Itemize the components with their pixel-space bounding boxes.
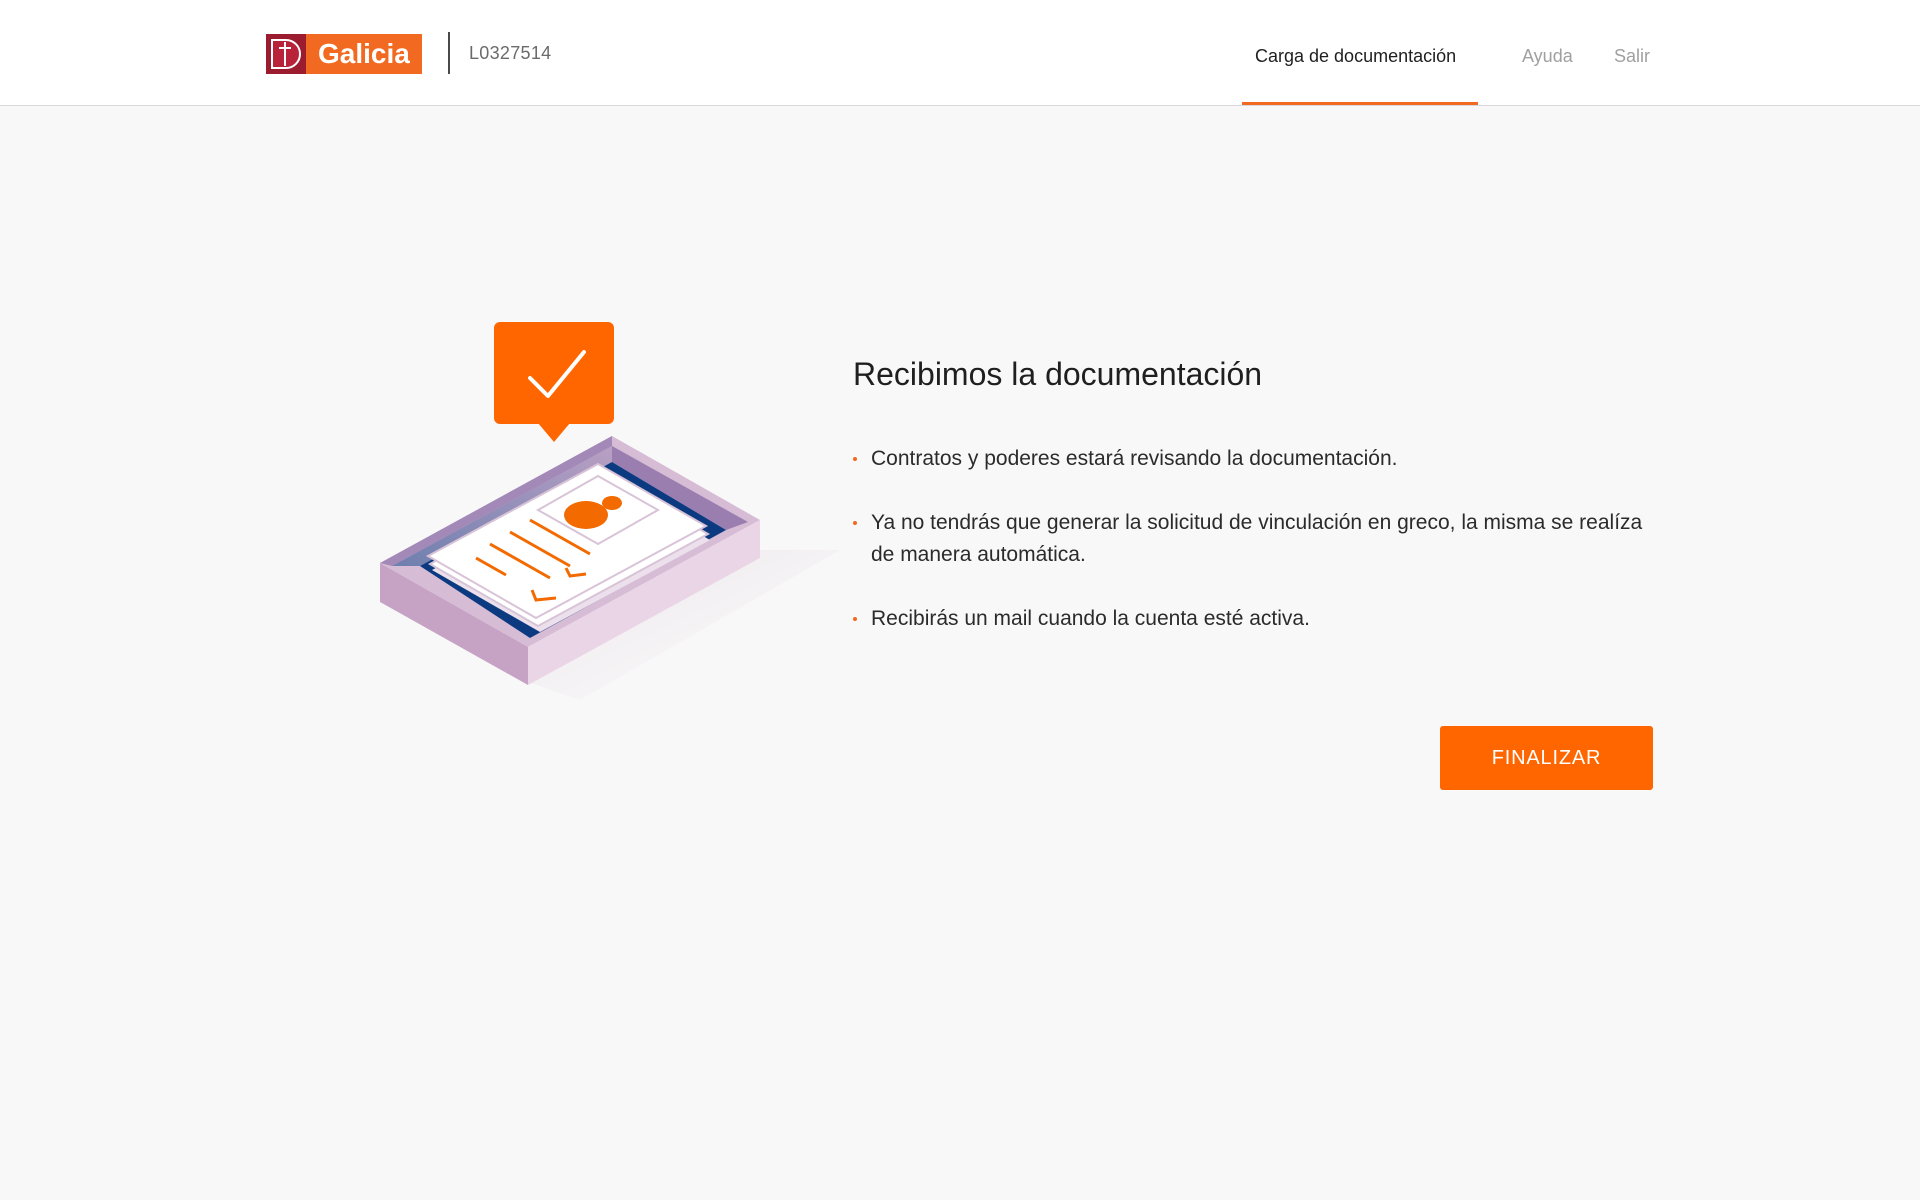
bullet-dot-icon: [853, 521, 857, 525]
galicia-seal-icon: [266, 34, 306, 74]
list-item: Ya no tendrás que generar la solicitud d…: [853, 507, 1653, 571]
list-item-text: Ya no tendrás que generar la solicitud d…: [871, 511, 1643, 566]
page-title: Recibimos la documentación: [853, 356, 1263, 392]
info-list: Contratos y poderes estará revisando la …: [853, 443, 1653, 667]
galicia-logo[interactable]: Galicia: [266, 34, 422, 74]
list-item: Contratos y poderes estará revisando la …: [853, 443, 1653, 475]
list-item-text: Recibirás un mail cuando la cuenta esté …: [871, 607, 1310, 630]
nav-salir[interactable]: Salir: [1614, 46, 1650, 67]
nav-ayuda[interactable]: Ayuda: [1522, 46, 1573, 67]
header-divider: [448, 32, 450, 74]
nav-carga-documentacion[interactable]: Carga de documentación: [1255, 46, 1456, 67]
user-code: L0327514: [469, 43, 552, 63]
list-item-text: Contratos y poderes estará revisando la …: [871, 447, 1398, 470]
top-header: Galicia L0327514 Carga de documentación …: [0, 0, 1920, 106]
logo-wordmark: Galicia: [306, 34, 422, 74]
bullet-dot-icon: [853, 617, 857, 621]
document-tray-check-illustration: [380, 320, 840, 700]
finalizar-button[interactable]: FINALIZAR: [1440, 726, 1653, 790]
active-tab-indicator: [1242, 102, 1478, 105]
list-item: Recibirás un mail cuando la cuenta esté …: [853, 603, 1653, 635]
bullet-dot-icon: [853, 457, 857, 461]
check-icon: [494, 322, 614, 442]
